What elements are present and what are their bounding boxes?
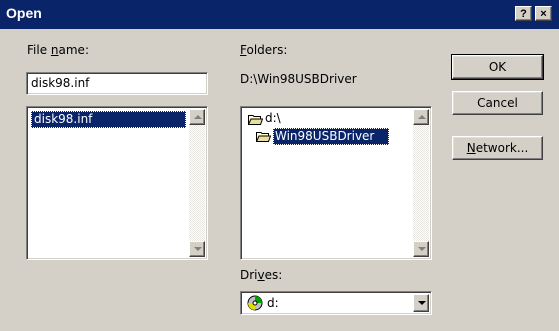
folder-item-root[interactable]: d:\ bbox=[265, 111, 281, 125]
open-folder-icon bbox=[248, 115, 263, 125]
chevron-down-icon[interactable] bbox=[413, 294, 429, 312]
ok-button[interactable]: OK bbox=[451, 54, 544, 80]
file-list-item[interactable]: disk98.inf bbox=[31, 111, 186, 128]
file-list-scrollbar[interactable] bbox=[189, 109, 205, 257]
folder-tree[interactable]: d:\ Win98USBDriver bbox=[240, 106, 432, 260]
folder-tree-scroll-down-button[interactable] bbox=[413, 241, 429, 257]
drives-select[interactable]: d: bbox=[240, 291, 432, 315]
folder-item-win98usbdriver[interactable]: Win98USBDriver bbox=[273, 128, 389, 145]
folder-tree-scroll-up-button[interactable] bbox=[413, 109, 429, 125]
drives-select-value: d: bbox=[267, 296, 279, 310]
file-list[interactable]: disk98.inf bbox=[26, 106, 208, 260]
drives-label: Drives: bbox=[240, 268, 283, 282]
window-title: Open bbox=[6, 5, 42, 21]
title-bar[interactable]: Open ? × bbox=[0, 0, 559, 29]
close-button[interactable]: × bbox=[535, 6, 552, 21]
current-path: D:\Win98USBDriver bbox=[240, 72, 357, 86]
file-list-scroll-up-button[interactable] bbox=[189, 109, 205, 125]
file-list-scroll-down-button[interactable] bbox=[189, 241, 205, 257]
cd-drive-icon bbox=[247, 295, 263, 311]
open-folder-icon bbox=[256, 132, 271, 142]
network-button[interactable]: Network... bbox=[452, 136, 543, 160]
file-name-input[interactable]: disk98.inf bbox=[26, 72, 208, 95]
cancel-button[interactable]: Cancel bbox=[452, 91, 543, 115]
folder-tree-scrollbar[interactable] bbox=[413, 109, 429, 257]
file-name-label: File name: bbox=[27, 43, 89, 57]
file-name-input-value: disk98.inf bbox=[31, 76, 90, 90]
folders-label: Folders: bbox=[240, 43, 288, 57]
help-button[interactable]: ? bbox=[515, 6, 532, 21]
